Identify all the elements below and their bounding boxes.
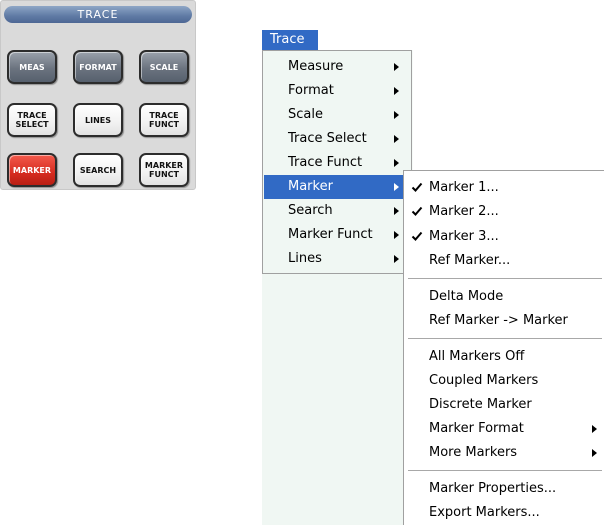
menu-item-marker-funct[interactable]: Marker Funct — [264, 223, 410, 247]
submenu-item-marker-1[interactable]: Marker 1... — [404, 176, 604, 200]
menu-item-label: Measure — [288, 59, 344, 74]
panel-title: TRACE — [4, 6, 192, 23]
menu-item-label: Format — [288, 83, 334, 98]
submenu-arrow-icon — [394, 111, 399, 119]
submenu-arrow-icon — [394, 159, 399, 167]
lines-key[interactable]: LINES — [73, 103, 123, 137]
marker-key[interactable]: MARKER — [7, 153, 57, 187]
submenu-item-marker-2[interactable]: Marker 2... — [404, 200, 604, 224]
menu-separator — [408, 470, 602, 472]
menu-item-label: Lines — [288, 251, 322, 266]
submenu-item-label: Export Markers... — [429, 505, 540, 520]
menu-item-trace-funct[interactable]: Trace Funct — [264, 151, 410, 175]
submenu-arrow-icon — [592, 425, 597, 433]
submenu-arrow-icon — [394, 135, 399, 143]
trace-hardkey-panel: TRACE MEAS FORMAT SCALE TRACE SELECT LIN… — [0, 0, 196, 190]
menu-item-marker[interactable]: Marker — [264, 175, 410, 199]
submenu-item-label: Delta Mode — [429, 289, 504, 304]
submenu-item-more-markers[interactable]: More Markers — [404, 441, 604, 465]
submenu-item-label: Ref Marker... — [429, 253, 511, 268]
submenu-item-label: Marker 1... — [429, 180, 499, 195]
submenu-item-label: Discrete Marker — [429, 397, 532, 412]
submenu-item-ref-marker[interactable]: Ref Marker... — [404, 249, 604, 273]
submenu-arrow-icon — [394, 87, 399, 95]
scale-key[interactable]: SCALE — [139, 50, 189, 84]
menu-item-format[interactable]: Format — [264, 79, 410, 103]
menu-separator — [408, 338, 602, 340]
submenu-item-label: Ref Marker -> Marker — [429, 313, 568, 328]
submenu-item-discrete-marker[interactable]: Discrete Marker — [404, 393, 604, 417]
submenu-item-label: Marker Format — [429, 421, 524, 436]
menu-item-label: Search — [288, 203, 333, 218]
submenu-arrow-icon — [394, 255, 399, 263]
submenu-item-delta-mode[interactable]: Delta Mode — [404, 285, 604, 309]
trace-menu-title[interactable]: Trace — [262, 30, 318, 50]
submenu-item-export-markers[interactable]: Export Markers... — [404, 501, 604, 525]
menu-separator — [408, 278, 602, 280]
check-icon — [411, 182, 423, 192]
submenu-item-marker-properties[interactable]: Marker Properties... — [404, 477, 604, 501]
submenu-arrow-icon — [394, 63, 399, 71]
submenu-item-coupled-markers[interactable]: Coupled Markers — [404, 369, 604, 393]
submenu-item-label: All Markers Off — [429, 349, 525, 364]
submenu-item-label: Marker Properties... — [429, 481, 557, 496]
submenu-item-label: Coupled Markers — [429, 373, 539, 388]
menu-item-lines[interactable]: Lines — [264, 247, 410, 271]
submenu-arrow-icon — [394, 231, 399, 239]
meas-key[interactable]: MEAS — [7, 50, 57, 84]
menu-item-trace-select[interactable]: Trace Select — [264, 127, 410, 151]
menu-item-measure[interactable]: Measure — [264, 55, 410, 79]
menu-item-label: Trace Select — [288, 131, 367, 146]
submenu-item-label: More Markers — [429, 445, 518, 460]
check-icon — [411, 231, 423, 241]
search-key[interactable]: SEARCH — [73, 153, 123, 187]
submenu-item-marker-3[interactable]: Marker 3... — [404, 225, 604, 249]
trace-select-key[interactable]: TRACE SELECT — [7, 103, 57, 137]
trace-funct-key[interactable]: TRACE FUNCT — [139, 103, 189, 137]
submenu-arrow-icon — [394, 183, 399, 191]
submenu-item-all-markers-off[interactable]: All Markers Off — [404, 345, 604, 369]
menu-item-search[interactable]: Search — [264, 199, 410, 223]
check-icon — [411, 206, 423, 216]
submenu-item-ref-marker-to-marker[interactable]: Ref Marker -> Marker — [404, 309, 604, 333]
menu-item-label: Scale — [288, 107, 323, 122]
format-key[interactable]: FORMAT — [73, 50, 123, 84]
submenu-item-label: Marker 3... — [429, 229, 499, 244]
marker-funct-key[interactable]: MARKER FUNCT — [139, 153, 189, 187]
menu-item-label: Trace Funct — [288, 155, 363, 170]
submenu-item-marker-format[interactable]: Marker Format — [404, 417, 604, 441]
submenu-item-label: Marker 2... — [429, 204, 499, 219]
menu-item-label: Marker — [288, 179, 333, 194]
submenu-arrow-icon — [592, 449, 597, 457]
menu-item-scale[interactable]: Scale — [264, 103, 410, 127]
menu-item-label: Marker Funct — [288, 227, 373, 242]
submenu-arrow-icon — [394, 207, 399, 215]
